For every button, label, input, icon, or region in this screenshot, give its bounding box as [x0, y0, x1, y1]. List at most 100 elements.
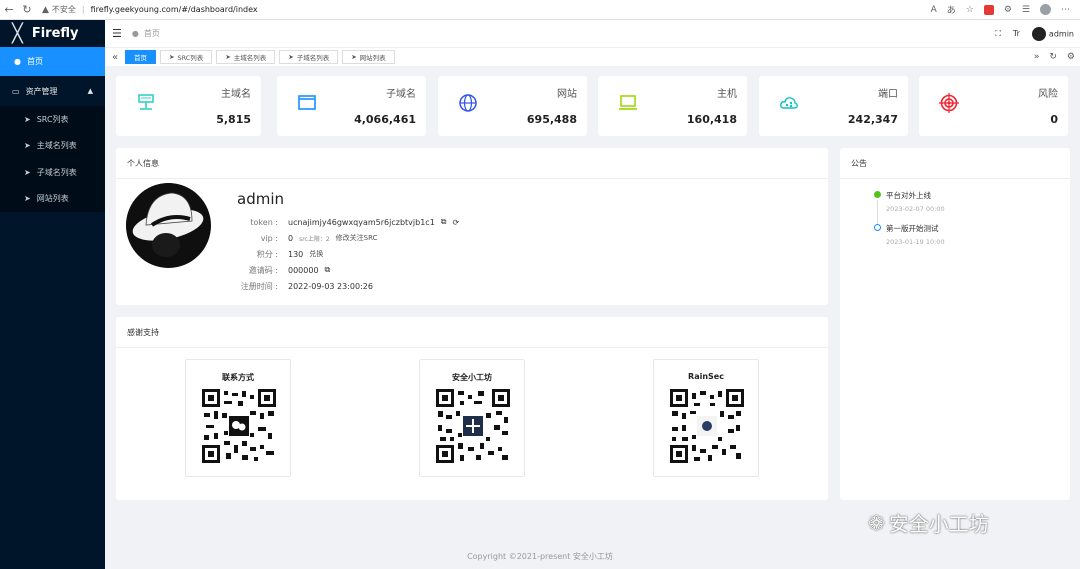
back-icon[interactable]: ← — [0, 3, 18, 16]
collections-icon[interactable]: ☰ — [1022, 5, 1030, 15]
window-icon — [298, 95, 316, 110]
stat-card-website: 网站 695,488 — [438, 76, 587, 136]
brand-logo[interactable]: ╳ Firefly — [0, 20, 105, 47]
qr-card-gongfang: 安全小工坊 — [419, 359, 525, 477]
qr-code — [436, 389, 510, 463]
refresh-token-icon[interactable]: ⟳ — [453, 218, 460, 227]
stat-label: 端口 — [878, 89, 898, 100]
tab-website[interactable]: ➤ 网站列表 — [342, 50, 395, 64]
points-value: 130 — [288, 249, 304, 259]
profile-card: 个人信息 admin token : ucnajimjy46gwxqyam5r6j… — [116, 148, 828, 305]
qr-card-rainsec: RainSec — [653, 359, 759, 477]
target-icon — [939, 93, 959, 113]
copy-icon[interactable]: ⧉ — [441, 217, 447, 227]
tabs-scroll-right-icon[interactable]: » — [1034, 52, 1040, 62]
invite-code: 000000 — [288, 265, 319, 275]
stat-card-host: 主机 160,418 — [598, 76, 747, 136]
thanks-card: 感谢支持 联系方式 安全小工坊 RainSec — [116, 317, 828, 500]
tab-home[interactable]: 首页 — [125, 50, 156, 64]
stat-card-domain: 主域名 5,815 — [116, 76, 261, 136]
cloud-share-icon — [780, 97, 798, 109]
browser-toolbar: ← ↻ ▲ 不安全 | firefly.geekyoung.com/#/dash… — [0, 0, 1080, 20]
sidebar-item-website[interactable]: ➤ 网站列表 — [0, 186, 105, 213]
notice-text: 平台对外上线 — [886, 191, 931, 200]
stat-card-risk: 风险 0 — [919, 76, 1068, 136]
avatar — [126, 183, 211, 268]
notice-timeline: 平台对外上线 2023-02-07 00:00 第一版开始测试 2023-01-… — [874, 190, 945, 256]
favorite-icon[interactable]: ☆ — [966, 5, 974, 15]
extension-icon[interactable] — [983, 4, 994, 15]
laptop-icon — [619, 95, 637, 110]
stat-value: 695,488 — [526, 113, 577, 126]
profile-info: token : ucnajimjy46gwxqyam5r6jczbtvjb1c1 ⧉… — [240, 217, 460, 291]
copy-icon[interactable]: ⧉ — [325, 265, 331, 275]
settings-icon[interactable]: ⚙ — [1067, 52, 1075, 62]
notice-card: 公告 平台对外上线 2023-02-07 00:00 第一版开始测试 2023-… — [840, 148, 1070, 500]
send-icon: ➤ — [169, 53, 175, 61]
exchange-link[interactable]: 兑换 — [309, 249, 323, 259]
profile-title: 个人信息 — [116, 148, 828, 179]
font-size-button[interactable]: Tr — [1013, 29, 1020, 38]
notice-title: 公告 — [840, 148, 1070, 179]
url-text[interactable]: firefly.geekyoung.com/#/dashboard/index — [91, 5, 258, 14]
home-icon: ● — [131, 29, 139, 38]
insecure-label: 不安全 — [51, 5, 76, 14]
sidebar-item-label: 网站列表 — [36, 194, 69, 204]
sidebar-item-label: 子域名列表 — [36, 167, 77, 177]
sidebar-group-label: 资产管理 — [25, 86, 58, 96]
firefly-logo-icon: ╳ — [12, 23, 23, 44]
refresh-icon[interactable]: ↻ — [1049, 52, 1057, 62]
fullscreen-icon[interactable]: ⛶ — [995, 29, 1001, 39]
address-bar[interactable]: ▲ 不安全 | firefly.geekyoung.com/#/dashboar… — [42, 2, 931, 18]
user-menu[interactable]: admin — [1031, 26, 1074, 41]
hacker-avatar-icon — [126, 183, 210, 267]
thanks-title: 感谢支持 — [116, 317, 828, 348]
sidebar-item-domain[interactable]: ➤ 主域名列表 — [0, 133, 105, 160]
sidebar-item-home[interactable]: ● 首页 — [0, 47, 105, 76]
stat-label: 子域名 — [386, 89, 416, 100]
sidebar-item-src[interactable]: ➤ SRC列表 — [0, 106, 105, 133]
profile-name: admin — [237, 190, 284, 208]
tab-subdomain[interactable]: ➤ 子域名列表 — [279, 50, 339, 64]
tabs-scroll-left-icon[interactable]: « — [105, 52, 125, 63]
tab-src[interactable]: ➤ SRC列表 — [160, 50, 213, 64]
qr-code — [202, 389, 276, 463]
stat-value: 5,815 — [216, 113, 251, 126]
asset-icon: ▭ — [12, 86, 20, 96]
notice-text: 第一版开始测试 — [886, 224, 939, 233]
send-icon: ➤ — [351, 53, 357, 61]
send-icon: ➤ — [24, 167, 31, 177]
src-limit: src上限：2 — [299, 235, 330, 243]
sidebar-item-label: SRC列表 — [36, 114, 69, 124]
stat-label: 网站 — [557, 89, 577, 100]
send-icon: ➤ — [24, 194, 31, 204]
breadcrumb-home[interactable]: 首页 — [144, 28, 160, 39]
read-aloud-icon[interactable]: A — [931, 5, 937, 15]
wechat-icon: ❁ — [868, 510, 885, 535]
reload-icon[interactable]: ↻ — [18, 3, 36, 16]
menu-toggle-icon[interactable]: ☰ — [112, 27, 122, 40]
qr-title: 安全小工坊 — [452, 373, 492, 382]
notice-date: 2023-02-07 00:00 — [886, 205, 945, 213]
breadcrumb: ● 首页 — [132, 28, 160, 39]
translate-icon[interactable]: あ — [947, 3, 956, 16]
top-header: ☰ ● 首页 ⛶ Tr admin — [105, 20, 1080, 47]
brand-name: Firefly — [31, 26, 79, 41]
sidebar-item-subdomain[interactable]: ➤ 子域名列表 — [0, 159, 105, 186]
tab-domain[interactable]: ➤ 主域名列表 — [216, 50, 276, 64]
stat-card-port: 端口 242,347 — [759, 76, 908, 136]
sidebar-submenu: ➤ SRC列表 ➤ 主域名列表 ➤ 子域名列表 ➤ 网站列表 — [0, 106, 105, 212]
stat-value: 242,347 — [847, 113, 898, 126]
profile-avatar[interactable] — [1040, 4, 1051, 15]
follow-src-link[interactable]: 修改关注SRC — [336, 233, 378, 243]
qr-title: 联系方式 — [222, 373, 254, 382]
extensions-icon[interactable]: ⚙ — [1004, 5, 1012, 15]
sidebar-item-label: 首页 — [26, 57, 43, 66]
globe-icon — [459, 94, 477, 112]
sidebar-group-assets[interactable]: ▭ 资产管理 ▲ — [0, 76, 105, 106]
send-icon: ➤ — [288, 53, 294, 61]
chevron-up-icon: ▲ — [87, 87, 93, 95]
watermark: ❁ 安全小工坊 — [868, 508, 989, 537]
more-icon[interactable]: ⋯ — [1061, 5, 1070, 15]
vip-value: 0 — [288, 233, 294, 243]
